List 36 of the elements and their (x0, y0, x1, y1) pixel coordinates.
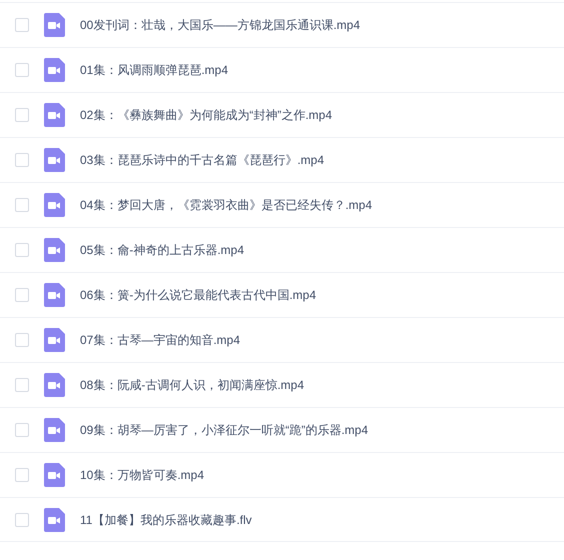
checkbox[interactable] (15, 108, 29, 122)
file-name[interactable]: 10集：万物皆可奏.mp4 (80, 466, 204, 484)
checkbox[interactable] (15, 198, 29, 212)
file-name[interactable]: 04集：梦回大唐，《霓裳羽衣曲》是否已经失传？.mp4 (80, 196, 372, 214)
file-name[interactable]: 08集：阮咸-古调何人识，初闻满座惊.mp4 (80, 376, 304, 394)
file-name[interactable]: 01集：风调雨顺弹琵琶.mp4 (80, 61, 228, 79)
video-camera-icon (44, 373, 65, 397)
checkbox[interactable] (15, 153, 29, 167)
video-camera-icon (44, 13, 65, 37)
file-name[interactable]: 11【加餐】我的乐器收藏趣事.flv (80, 510, 252, 528)
file-name[interactable]: 02集：《彝族舞曲》为何能成为“封神”之作.mp4 (80, 106, 332, 124)
file-name[interactable]: 05集：龠-神奇的上古乐器.mp4 (80, 241, 244, 259)
video-camera-icon (44, 148, 65, 172)
checkbox[interactable] (15, 243, 29, 257)
checkbox[interactable] (15, 288, 29, 302)
video-camera-icon (44, 193, 65, 217)
checkbox[interactable] (15, 333, 29, 347)
file-name[interactable]: 07集：古琴—宇宙的知音.mp4 (80, 331, 240, 349)
video-camera-icon (44, 58, 65, 82)
file-name[interactable]: 06集：簧-为什么说它最能代表古代中国.mp4 (80, 286, 316, 304)
video-camera-icon (44, 328, 65, 352)
checkbox[interactable] (15, 423, 29, 437)
video-camera-icon (44, 238, 65, 262)
checkbox[interactable] (15, 378, 29, 392)
video-camera-icon (44, 463, 65, 487)
video-camera-icon (44, 418, 65, 442)
file-name[interactable]: 09集：胡琴—厉害了，小泽征尔一听就“跪”的乐器.mp4 (80, 421, 368, 439)
file-name[interactable]: 00发刊词：壮哉，大国乐——方锦龙国乐通识课.mp4 (80, 16, 360, 34)
video-camera-icon (44, 508, 65, 532)
file-name[interactable]: 03集：琵琶乐诗中的千古名篇《琵琶行》.mp4 (80, 151, 324, 169)
video-camera-icon (44, 103, 65, 127)
checkbox[interactable] (15, 512, 29, 526)
checkbox[interactable] (15, 468, 29, 482)
video-camera-icon (44, 283, 65, 307)
checkbox[interactable] (15, 18, 29, 32)
checkbox[interactable] (15, 63, 29, 77)
